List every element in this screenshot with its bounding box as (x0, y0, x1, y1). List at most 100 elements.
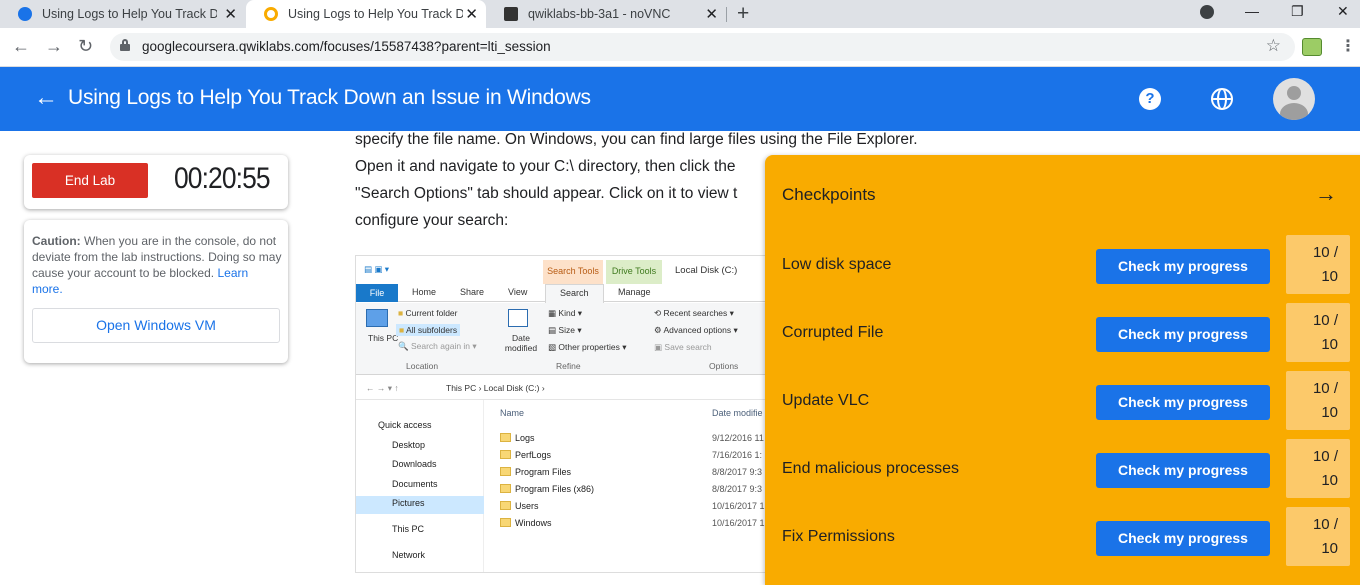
close-tab-icon[interactable]: ✕ (705, 5, 718, 23)
nav-this-pc: This PC (392, 524, 425, 534)
coursera-favicon-icon (18, 7, 32, 21)
column-date: Date modifie (712, 408, 763, 418)
url-bar[interactable]: googlecoursera.qwiklabs.com/focuses/1558… (110, 33, 1295, 61)
browser-tab-title: qwiklabs-bb-3a1 - noVNC (528, 7, 671, 21)
checkpoint-label: Low disk space (782, 256, 892, 273)
explorer-tab-view: View (508, 287, 528, 297)
check-progress-button[interactable]: Check my progress (1096, 385, 1270, 420)
explorer-tab-manage: Manage (618, 287, 651, 297)
ribbon-this-pc: This PC (368, 333, 399, 343)
file-date: 10/16/2017 1 (712, 518, 765, 528)
list-item: Program Files (500, 467, 571, 477)
column-name: Name (500, 408, 525, 418)
checkpoint-row: Low disk space Check my progress 10 /10 (765, 235, 1360, 295)
list-item: Users (500, 501, 539, 511)
close-tab-icon[interactable]: ✕ (465, 5, 478, 23)
ribbon-other-properties: ▧ Other properties ▾ (548, 342, 627, 352)
lab-timer: 00:20:55 (174, 162, 271, 195)
ribbon-date-modified: Date modified (504, 333, 538, 353)
checkpoint-label: Corrupted File (782, 324, 884, 341)
browser-tab-2[interactable]: Using Logs to Help You Track Do ✕ (246, 0, 486, 28)
profile-dropdown-icon[interactable] (1200, 5, 1214, 19)
bookmark-star-icon[interactable]: ☆ (1266, 36, 1281, 56)
nav-documents: Documents (392, 479, 438, 489)
app-header: ← Using Logs to Help You Track Down an I… (0, 67, 1360, 131)
file-explorer-screenshot: ▤ ▣ ▾ Search Tools Drive Tools Local Dis… (355, 255, 775, 573)
list-item: Program Files (x86) (500, 484, 594, 494)
browser-tab-1[interactable]: Using Logs to Help You Track Do ✕ (0, 0, 245, 28)
forward-icon[interactable]: → (45, 36, 63, 57)
search-tools-context: Search Tools (543, 260, 603, 284)
file-date: 8/8/2017 9:3 (712, 467, 763, 477)
help-icon[interactable]: ? (1139, 88, 1161, 110)
end-lab-button[interactable]: End Lab (32, 163, 148, 198)
explorer-tab-home: Home (412, 287, 437, 297)
file-date: 10/16/2017 1 (712, 501, 765, 511)
list-item: Windows (500, 518, 552, 528)
list-item: Logs (500, 433, 535, 443)
checkpoints-panel: Checkpoints → Low disk space Check my pr… (765, 155, 1360, 585)
browser-tab-strip: Using Logs to Help You Track Do ✕ Using … (0, 0, 1360, 28)
open-windows-vm-button[interactable]: Open Windows VM (32, 308, 280, 343)
caution-message: Caution: When you are in the console, do… (32, 233, 282, 297)
checkpoint-row: End malicious processes Check my progres… (765, 439, 1360, 499)
nav-pictures: Pictures (392, 498, 425, 508)
checkpoint-score: 10 /10 (1286, 439, 1350, 498)
check-progress-button[interactable]: Check my progress (1096, 453, 1270, 488)
language-globe-icon[interactable] (1211, 88, 1233, 110)
address-toolbar: ← → ↻ googlecoursera.qwiklabs.com/focuse… (0, 28, 1360, 67)
extension-icon[interactable] (1302, 38, 1322, 56)
ribbon-advanced-options: ⚙ Advanced options ▾ (654, 325, 738, 335)
explorer-address-bar: ← → ▾ ↑ This PC › Local Disk (C:) › (356, 378, 774, 400)
caution-label: Caution: (32, 234, 81, 248)
checkpoint-score: 10 /10 (1286, 507, 1350, 566)
checkpoint-row: Fix Permissions Check my progress 10 /10 (765, 507, 1360, 567)
maximize-icon[interactable]: ❐ (1291, 3, 1304, 20)
file-date: 7/16/2016 1: (712, 450, 763, 460)
new-tab-icon[interactable]: + (737, 2, 749, 26)
checkpoint-label: Update VLC (782, 392, 870, 409)
nav-downloads: Downloads (392, 459, 437, 469)
lab-control-card: End Lab 00:20:55 (24, 155, 288, 209)
close-tab-icon[interactable]: ✕ (224, 5, 237, 23)
explorer-tab-search: Search (545, 284, 604, 303)
page-title: Using Logs to Help You Track Down an Iss… (68, 86, 591, 109)
ribbon-recent-searches: ⟲ Recent searches ▾ (654, 308, 734, 318)
explorer-nav-arrows-icon: ← → ▾ ↑ (366, 383, 399, 393)
ribbon-kind: ▦ Kind ▾ (548, 308, 583, 318)
check-progress-button[interactable]: Check my progress (1096, 249, 1270, 284)
explorer-window-title: Local Disk (C:) (675, 265, 738, 276)
back-icon[interactable]: ← (12, 36, 30, 57)
novnc-favicon-icon (504, 7, 518, 21)
nav-quick-access: Quick access (378, 420, 432, 430)
checkpoint-score: 10 /10 (1286, 235, 1350, 294)
tab-separator (726, 7, 727, 22)
check-progress-button[interactable]: Check my progress (1096, 317, 1270, 352)
this-pc-icon (366, 309, 388, 327)
checkpoint-row: Corrupted File Check my progress 10 /10 (765, 303, 1360, 363)
explorer-file-list: Name Date modifie Logs 9/12/2016 11 Perf… (484, 400, 774, 572)
quick-access-toolbar-icon: ▤ ▣ ▾ (364, 264, 390, 274)
menu-kebab-icon[interactable]: ⋮ (1340, 36, 1356, 56)
avatar[interactable] (1273, 78, 1315, 120)
ribbon-search-again: 🔍 Search again in ▾ (398, 341, 477, 351)
checkpoint-row: Update VLC Check my progress 10 /10 (765, 371, 1360, 431)
browser-tab-title: Using Logs to Help You Track Do (288, 7, 463, 21)
ribbon-size: ▤ Size ▾ (548, 325, 582, 335)
check-progress-button[interactable]: Check my progress (1096, 521, 1270, 556)
ribbon-save-search: ▣ Save search (654, 342, 712, 352)
list-item: PerfLogs (500, 450, 551, 460)
collapse-arrow-icon[interactable]: → (1315, 181, 1337, 207)
ribbon-all-subfolders: ■ All subfolders (396, 324, 461, 336)
url-text[interactable]: googlecoursera.qwiklabs.com/focuses/1558… (142, 39, 551, 54)
back-arrow-icon[interactable]: ← (34, 84, 58, 112)
minimize-icon[interactable]: — (1245, 3, 1259, 19)
lab-info-card: Caution: When you are in the console, do… (24, 220, 288, 363)
drive-tools-context: Drive Tools (606, 260, 662, 284)
browser-tab-3[interactable]: qwiklabs-bb-3a1 - noVNC ✕ (486, 0, 726, 28)
reload-icon[interactable]: ↻ (78, 36, 93, 57)
close-window-icon[interactable]: ✕ (1337, 3, 1349, 20)
checkpoint-label: Fix Permissions (782, 528, 895, 545)
ribbon-group-refine: Refine (556, 361, 581, 371)
qwiklabs-favicon-icon (264, 7, 278, 21)
